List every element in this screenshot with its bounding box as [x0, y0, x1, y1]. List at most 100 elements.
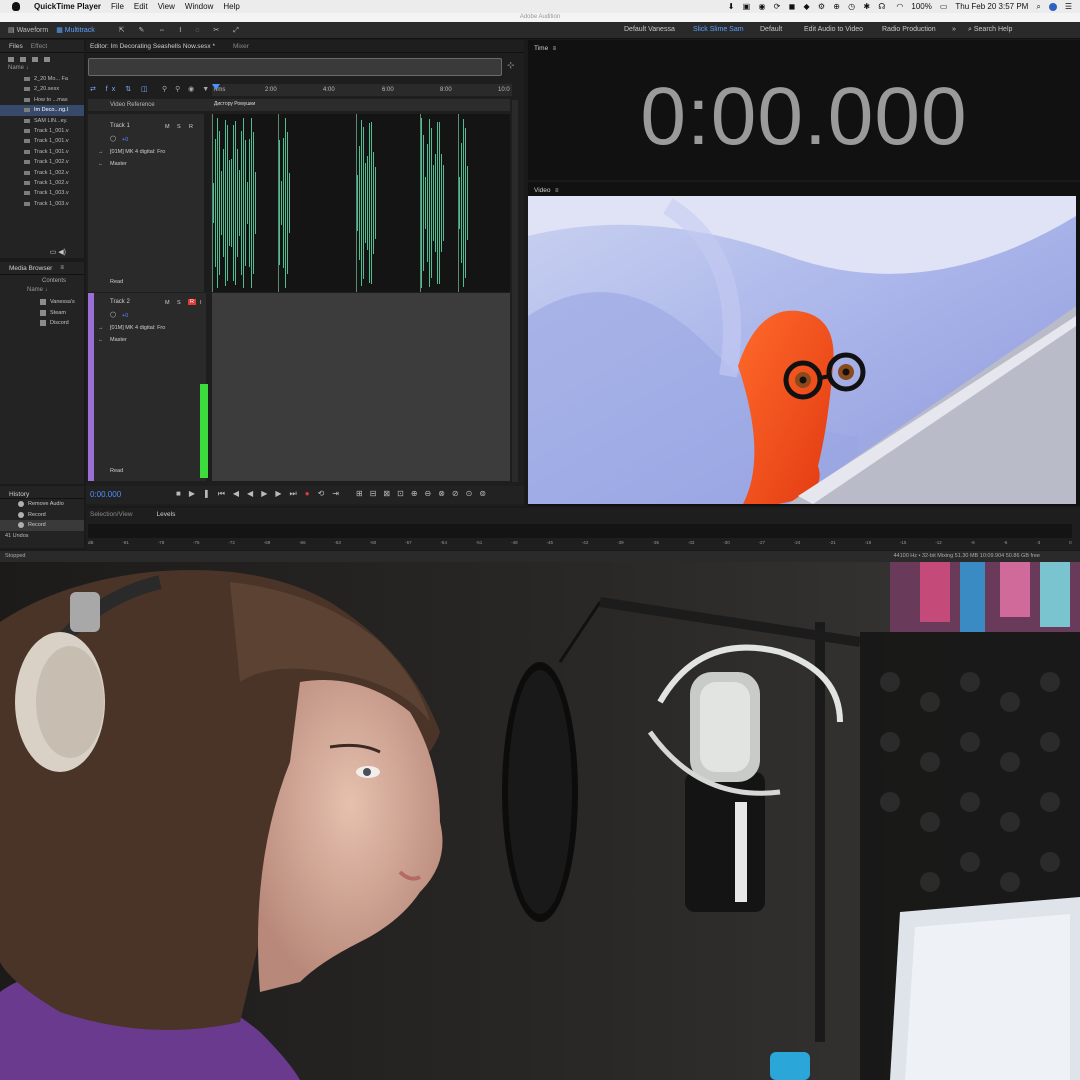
files-name-header[interactable]: Name ↓ — [0, 65, 84, 74]
file-item[interactable]: Track 1_002.v — [0, 178, 84, 188]
workspace-radio-production[interactable]: Radio Production — [882, 22, 936, 38]
file-item[interactable]: How to ...mas — [0, 95, 84, 105]
file-item[interactable]: Track 1_001.v — [0, 126, 84, 136]
zoom-controls[interactable]: ⊞⊟⊠⊡⊕⊖⊗⊘⊙⊚ — [356, 489, 493, 498]
track2-record-button[interactable]: R — [188, 299, 196, 305]
file-item[interactable]: SAM LIN...ey. — [0, 116, 84, 126]
import-icon[interactable] — [32, 56, 38, 62]
track1-output-select[interactable]: Master — [110, 161, 127, 167]
file-item[interactable]: Track 1_001.v — [0, 147, 84, 157]
file-item[interactable]: 2_20.sesx — [0, 84, 84, 94]
tab-levels[interactable]: Levels — [157, 511, 176, 518]
record-icon[interactable]: ● — [305, 489, 318, 498]
status-icons[interactable]: ⬇ ▣ ◉ ⟳ ◼ ◆ ⚙ ⊕ ◷ ✱ ☊ — [728, 2, 889, 11]
track2-name[interactable]: Track 2 — [110, 299, 130, 305]
track2-solo-button[interactable]: S — [177, 300, 181, 306]
clock-label[interactable]: Thu Feb 20 3:57 PM — [955, 2, 1028, 11]
audio-clip[interactable] — [420, 114, 445, 292]
track2-automation-mode[interactable]: Read — [110, 468, 123, 474]
more-workspaces-icon[interactable]: » — [952, 22, 956, 38]
track1-clip-area[interactable] — [212, 114, 510, 292]
apple-icon[interactable] — [12, 2, 20, 11]
rewind-icon[interactable]: ◀◀ — [233, 489, 261, 498]
search-icon[interactable]: ⌕ — [1036, 2, 1040, 12]
notification-icon[interactable]: ☰ — [1065, 2, 1072, 11]
menu-edit[interactable]: Edit — [134, 2, 148, 11]
panel-menu-icon[interactable]: ≡ — [60, 265, 64, 271]
track2-clip-area[interactable] — [212, 293, 510, 481]
tool-icons[interactable]: ⇱ ✎ ⇔ Ⅰ ◌ ✂ ⤢ — [119, 26, 245, 35]
battery-label[interactable]: 100% — [911, 2, 931, 11]
tab-editor[interactable]: Editor: Im Decorating Seashells Now.sesx… — [90, 43, 215, 50]
media-item-vanessa[interactable]: Vanessa's — [0, 297, 84, 308]
workspace-edit-audio-to-video[interactable]: Edit Audio to Video — [804, 22, 863, 38]
editor-tool-icons-2[interactable]: ⚲ ⚲ ◉ ▼ — [162, 85, 212, 93]
time-panel-title[interactable]: Time — [534, 45, 548, 52]
video-reference-track[interactable]: Video Reference — [88, 99, 212, 111]
file-item[interactable]: Track 1_001.v — [0, 136, 84, 146]
new-file-icon[interactable] — [8, 56, 14, 62]
track1-input-select[interactable]: [01M] MK 4 digital: Fro — [110, 149, 165, 155]
track1-automation-mode[interactable]: Read — [110, 279, 123, 285]
battery-icon[interactable]: ▭ — [940, 2, 948, 11]
audio-clip[interactable] — [458, 114, 469, 292]
wifi-icon[interactable]: ◠ — [896, 2, 903, 11]
track2-volume-value[interactable]: +0 — [122, 313, 128, 319]
track1-mute-button[interactable]: M — [165, 124, 170, 130]
timeline-ruler[interactable]: hms 2:00 4:00 6:00 8:00 10:0 — [212, 84, 512, 96]
waveform-button[interactable]: ▤ Waveform — [8, 26, 48, 34]
media-browser-title[interactable]: Media Browser — [9, 265, 52, 272]
track1-volume-knob[interactable]: ◯ — [110, 136, 116, 142]
menu-window[interactable]: Window — [185, 2, 213, 11]
history-item-record-2[interactable]: Record — [0, 520, 84, 531]
track2-input-monitor-button[interactable]: I — [200, 300, 202, 306]
media-item-discord[interactable]: Discord — [0, 318, 84, 329]
play-icon[interactable]: ▶ — [189, 489, 203, 498]
time-panel-menu-icon[interactable]: ≡ — [553, 46, 557, 52]
tab-files[interactable]: Files — [9, 43, 23, 50]
media-item-steam[interactable]: Steam — [0, 308, 84, 319]
pause-icon[interactable]: ❚ — [203, 489, 218, 498]
workspace-default-vanessa[interactable]: Default Vanessa — [624, 22, 675, 38]
menu-file[interactable]: File — [111, 2, 124, 11]
siri-icon[interactable] — [1048, 2, 1057, 11]
tab-effects[interactable]: Effect — [31, 43, 48, 50]
file-item[interactable]: 2_20 Mo... Fa — [0, 74, 84, 84]
track1-record-button[interactable]: R — [189, 124, 193, 130]
history-title[interactable]: History — [9, 491, 29, 498]
open-file-icon[interactable] — [20, 56, 26, 62]
editor-tool-icons[interactable]: ⇄ fx ⇅ ◫ — [90, 85, 152, 93]
close-file-icon[interactable] — [44, 56, 50, 62]
history-item-record-1[interactable]: Record — [0, 510, 84, 521]
stop-icon[interactable]: ■ — [176, 489, 189, 498]
fast-forward-icon[interactable]: ▶▶ — [261, 489, 289, 498]
tab-mixer[interactable]: Mixer — [233, 43, 249, 50]
transport-timecode[interactable]: 0:00.000 — [90, 490, 121, 499]
playhead-marker[interactable] — [212, 84, 220, 90]
file-item[interactable]: Im Deco...ng.l — [0, 105, 84, 116]
skip-icon[interactable]: ⇥ — [332, 489, 347, 498]
file-item[interactable]: Track 1_003.v — [0, 199, 84, 209]
audio-clip[interactable] — [278, 114, 291, 292]
zoom-overview-bar[interactable] — [88, 58, 502, 76]
multitrack-button[interactable]: ▦ Multitrack — [56, 26, 95, 34]
track2-output-select[interactable]: Master — [110, 337, 127, 343]
menu-app-name[interactable]: QuickTime Player — [34, 2, 101, 11]
audio-clip[interactable] — [356, 114, 377, 292]
track1-volume-value[interactable]: +0 — [122, 137, 128, 143]
menu-help[interactable]: Help — [223, 2, 239, 11]
files-footer-icons[interactable]: ▭ ◀) — [50, 248, 66, 256]
track2-volume-knob[interactable]: ◯ — [110, 312, 116, 318]
media-name-header[interactable]: Name ↓ — [0, 287, 84, 297]
track1-name[interactable]: Track 1 — [110, 123, 130, 129]
file-item[interactable]: Track 1_002.v — [0, 157, 84, 167]
audio-clip[interactable] — [212, 114, 257, 292]
track1-solo-button[interactable]: S — [177, 124, 181, 130]
loop-icon[interactable]: ⟲ — [318, 489, 333, 498]
workspace-default[interactable]: Default — [760, 22, 782, 38]
video-panel-menu-icon[interactable]: ≡ — [555, 188, 559, 194]
go-start-icon[interactable]: ⏮ — [218, 489, 233, 498]
history-item-remove-audio[interactable]: Remove Audio — [0, 499, 84, 510]
video-panel-title[interactable]: Video — [534, 187, 551, 194]
go-end-icon[interactable]: ⏭ — [290, 489, 305, 498]
